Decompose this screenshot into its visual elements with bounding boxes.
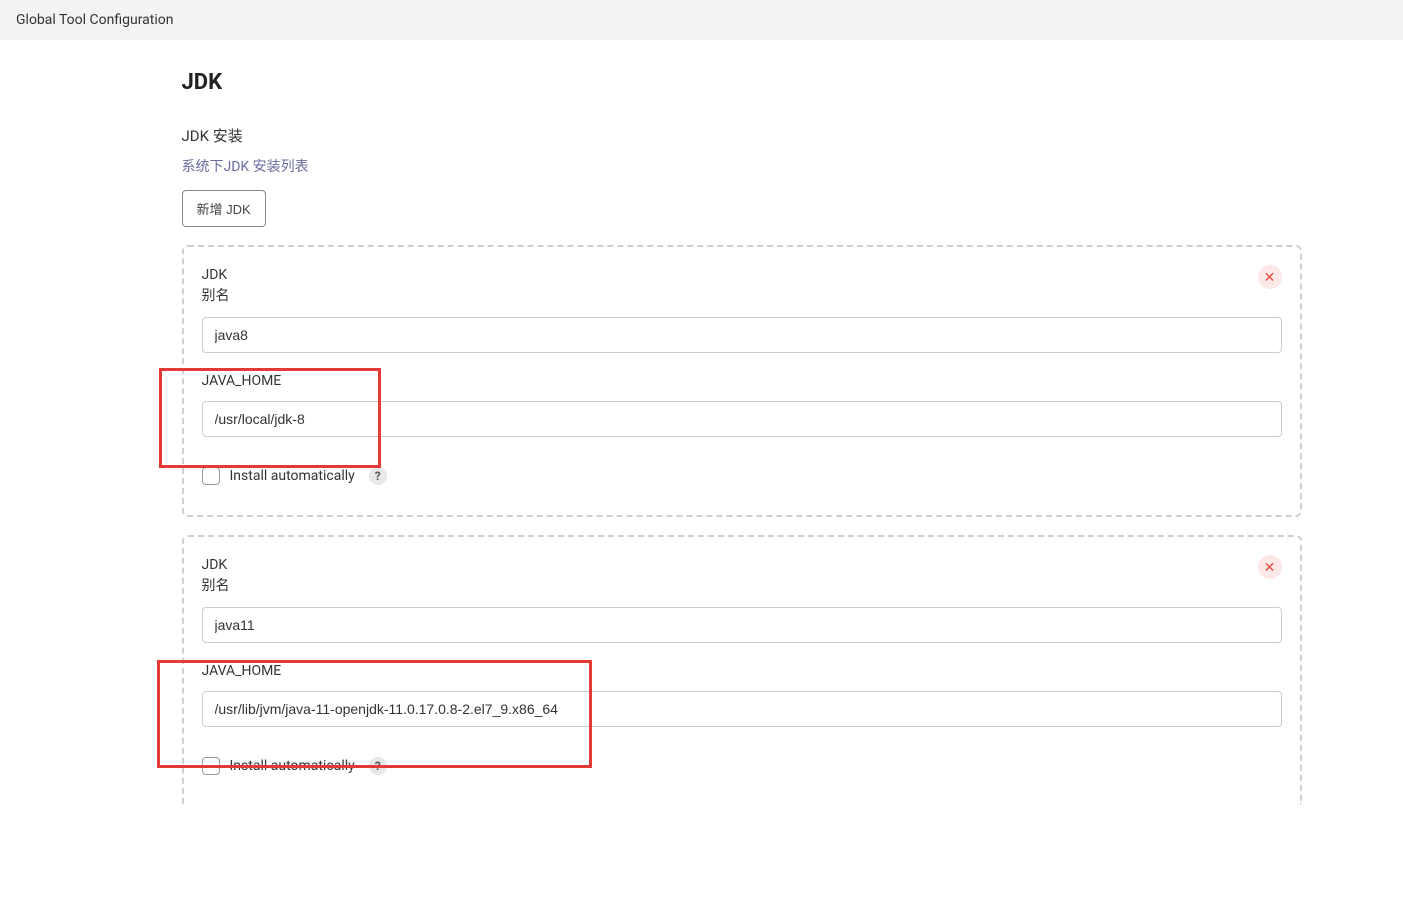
- alias-label: 别名: [202, 285, 1282, 305]
- install-auto-label: Install automatically: [230, 468, 355, 484]
- javahome-label: JAVA_HOME: [202, 663, 1282, 679]
- install-auto-checkbox[interactable]: [202, 757, 220, 775]
- alias-field-group: JDK 别名: [202, 557, 1282, 643]
- add-jdk-button[interactable]: 新增 JDK: [182, 190, 266, 227]
- alias-input[interactable]: [202, 607, 1282, 643]
- javahome-field-group: JAVA_HOME: [202, 663, 1282, 727]
- install-auto-row: Install automatically ?: [202, 467, 1282, 485]
- javahome-field-group: JAVA_HOME: [202, 373, 1282, 437]
- jdk-installation-box: ✕ JDK 别名 JAVA_HOME Install automatically…: [182, 535, 1302, 805]
- content-area: JDK JDK 安装 系统下JDK 安装列表 新增 JDK ✕ JDK 别名 J…: [82, 40, 1322, 825]
- help-icon[interactable]: ?: [369, 467, 387, 485]
- close-icon: ✕: [1264, 265, 1276, 289]
- delete-installation-button[interactable]: ✕: [1258, 555, 1282, 579]
- install-auto-checkbox[interactable]: [202, 467, 220, 485]
- javahome-input[interactable]: [202, 691, 1282, 727]
- javahome-label: JAVA_HOME: [202, 373, 1282, 389]
- jdk-installation-box: ✕ JDK 别名 JAVA_HOME Install automatically…: [182, 245, 1302, 517]
- install-auto-row: Install automatically ?: [202, 757, 1282, 775]
- alias-field-group: JDK 别名: [202, 267, 1282, 353]
- close-icon: ✕: [1264, 555, 1276, 579]
- page-header: Global Tool Configuration: [0, 0, 1403, 40]
- javahome-input[interactable]: [202, 401, 1282, 437]
- install-subtitle: 系统下JDK 安装列表: [182, 156, 1302, 176]
- alias-label: 别名: [202, 575, 1282, 595]
- jdk-type-label: JDK: [202, 267, 1282, 283]
- install-auto-label: Install automatically: [230, 758, 355, 774]
- install-label: JDK 安装: [182, 125, 1302, 146]
- alias-input[interactable]: [202, 317, 1282, 353]
- page-title: Global Tool Configuration: [16, 12, 173, 28]
- section-title: JDK: [182, 70, 1302, 95]
- delete-installation-button[interactable]: ✕: [1258, 265, 1282, 289]
- jdk-type-label: JDK: [202, 557, 1282, 573]
- help-icon[interactable]: ?: [369, 757, 387, 775]
